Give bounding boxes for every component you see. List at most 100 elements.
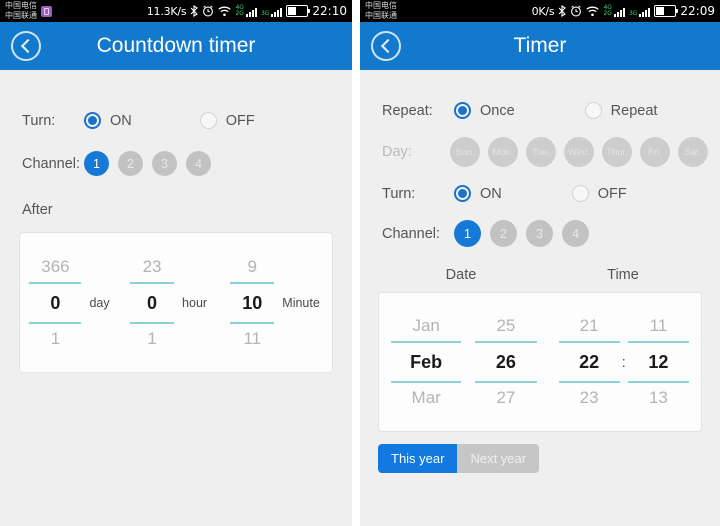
duration-minute-current[interactable]: 10	[242, 284, 262, 322]
month-spinner[interactable]: Jan Feb Mar	[391, 311, 462, 413]
alarm-clock-icon-right	[570, 5, 582, 17]
this-year-button[interactable]: This year	[378, 444, 458, 473]
day-pill-wed[interactable]: Wed.	[564, 137, 594, 167]
repeat-repeat-label: Repeat	[610, 102, 658, 119]
signal-sim3: 3G	[261, 10, 269, 17]
radio-on-icon-right[interactable]	[454, 185, 471, 202]
channel-pill-3-right[interactable]: 3	[526, 220, 553, 247]
duration-hour-prev[interactable]: 23	[143, 252, 162, 282]
page-title: Countdown timer	[96, 34, 256, 57]
turn-row-right: Turn: ON OFF	[360, 185, 720, 202]
duration-day-next[interactable]: 1	[51, 324, 60, 354]
duration-minute-spinner[interactable]: 9 10 11	[230, 252, 275, 354]
turn-label-right: Turn:	[382, 185, 416, 202]
time-colon-separator: :	[621, 353, 626, 371]
day-next[interactable]: 27	[496, 383, 515, 413]
minute-prev[interactable]: 11	[650, 311, 668, 341]
channel-pill-1[interactable]: 1	[84, 151, 109, 176]
month-next[interactable]: Mar	[412, 383, 441, 413]
duration-hour-spinner[interactable]: 23 0 1	[130, 252, 175, 354]
day-pill-mon[interactable]: Mon.	[488, 137, 518, 167]
turn-on-label-right: ON	[480, 185, 502, 202]
channel-pill-2-right[interactable]: 2	[490, 220, 517, 247]
bluetooth-icon	[190, 5, 199, 17]
duration-hour-next[interactable]: 1	[147, 324, 156, 354]
channel-label: Channel:	[22, 155, 81, 172]
hour-prev[interactable]: 21	[580, 311, 599, 341]
signal-bars-secondary	[271, 6, 283, 17]
turn-radio-off-right[interactable]: OFF	[571, 185, 627, 202]
month-current[interactable]: Feb	[410, 343, 442, 381]
repeat-radio-once[interactable]: Once	[454, 102, 515, 119]
carrier-label-right: 中国电信 中国联通	[365, 1, 397, 21]
right-status-bar: 中国电信 中国联通 0K/s 4G 2G 3G 22:09	[360, 0, 720, 22]
channel-pill-3[interactable]: 3	[152, 151, 177, 176]
datetime-picker-card: Jan Feb Mar 25 26 27 21 22 23: 11 12 13	[378, 292, 702, 432]
back-button[interactable]	[11, 31, 41, 61]
duration-minute-prev[interactable]: 9	[248, 252, 257, 282]
turn-radio-on-right[interactable]: ON	[454, 185, 502, 202]
hour-current[interactable]: 22	[579, 343, 599, 381]
turn-radio-off[interactable]: OFF	[199, 112, 255, 129]
alarm-clock-icon	[202, 5, 214, 17]
carrier-line-2: 中国联通	[5, 11, 37, 20]
repeat-row: Repeat: Once Repeat	[360, 102, 720, 119]
duration-day-group: 366 0 1 day	[20, 252, 119, 354]
duration-minute-next[interactable]: 11	[243, 324, 261, 354]
day-pill-sun[interactable]: Sun.	[450, 137, 480, 167]
day-pill-sat[interactable]: Sat.	[678, 137, 708, 167]
channel-label-right: Channel:	[382, 225, 441, 242]
day-label: Day:	[382, 144, 412, 160]
duration-spinner-group: 366 0 1 day 23 0 1 hour 9 10 11 Minute	[20, 233, 332, 372]
hour-next[interactable]: 23	[580, 383, 599, 413]
radio-off-icon-right[interactable]	[571, 185, 589, 202]
channel-pill-2[interactable]: 2	[118, 151, 143, 176]
duration-day-prev[interactable]: 366	[41, 252, 69, 282]
repeat-label: Repeat:	[382, 102, 433, 119]
hour-spinner[interactable]: 21 22 23	[558, 311, 620, 413]
radio-once-icon[interactable]	[454, 102, 471, 119]
duration-hour-current[interactable]: 0	[147, 284, 157, 322]
day-prev[interactable]: 25	[496, 311, 515, 341]
back-chevron-icon-right	[380, 38, 395, 54]
turn-on-label: ON	[110, 112, 132, 129]
radio-off-icon[interactable]	[199, 112, 217, 129]
day-spinner[interactable]: 25 26 27	[475, 311, 537, 413]
minute-spinner[interactable]: 11 12 13	[627, 311, 689, 413]
channel-pill-4-right[interactable]: 4	[562, 220, 589, 247]
minute-current[interactable]: 12	[648, 343, 668, 381]
radio-repeat-icon[interactable]	[584, 102, 602, 119]
duration-day-spinner[interactable]: 366 0 1	[29, 252, 82, 354]
status-clock-right: 22:09	[680, 4, 715, 18]
datetime-spinner-group: Jan Feb Mar 25 26 27 21 22 23: 11 12 13	[379, 293, 701, 431]
day-pill-tue[interactable]: Tue.	[526, 137, 556, 167]
signal-bars-primary	[245, 6, 257, 17]
network-speed-label: 11.3K/s	[146, 4, 187, 18]
day-pill-fri[interactable]: Fri.	[640, 137, 670, 167]
signal-sim2-tag: 2G	[235, 10, 244, 17]
repeat-radio-repeat[interactable]: Repeat	[584, 102, 658, 119]
duration-day-current[interactable]: 0	[50, 284, 60, 322]
next-year-button[interactable]: Next year	[457, 444, 540, 473]
day-pill-thur[interactable]: Thur.	[602, 137, 632, 167]
channel-pill-1-right[interactable]: 1	[454, 220, 481, 247]
sim-card-icon	[41, 5, 52, 17]
turn-radio-on[interactable]: ON	[84, 112, 132, 129]
date-header: Date	[445, 267, 477, 283]
month-prev[interactable]: Jan	[412, 311, 439, 341]
signal-sim3-tag-right: 3G	[628, 9, 638, 17]
signal-bars-primary-right	[613, 6, 625, 17]
back-button-right[interactable]	[371, 31, 401, 61]
minute-next[interactable]: 13	[649, 383, 668, 413]
radio-on-icon[interactable]	[84, 112, 101, 129]
channel-row-right: Channel: 1 2 3 4	[360, 220, 720, 247]
channel-pill-4[interactable]: 4	[186, 151, 211, 176]
carrier-label: 中国电信 中国联通	[5, 1, 37, 21]
year-toggle-group[interactable]: This year Next year	[378, 444, 540, 473]
after-row: After	[0, 202, 352, 218]
time-header: Time	[607, 267, 639, 283]
day-row: Day: Sun. Mon. Tue. Wed. Thur. Fri. Sat.	[360, 137, 720, 167]
right-phone-screen: 中国电信 中国联通 0K/s 4G 2G 3G 22:09 Timer Repe…	[360, 0, 720, 526]
network-speed-label-right: 0K/s	[531, 4, 555, 18]
day-current[interactable]: 26	[496, 343, 516, 381]
